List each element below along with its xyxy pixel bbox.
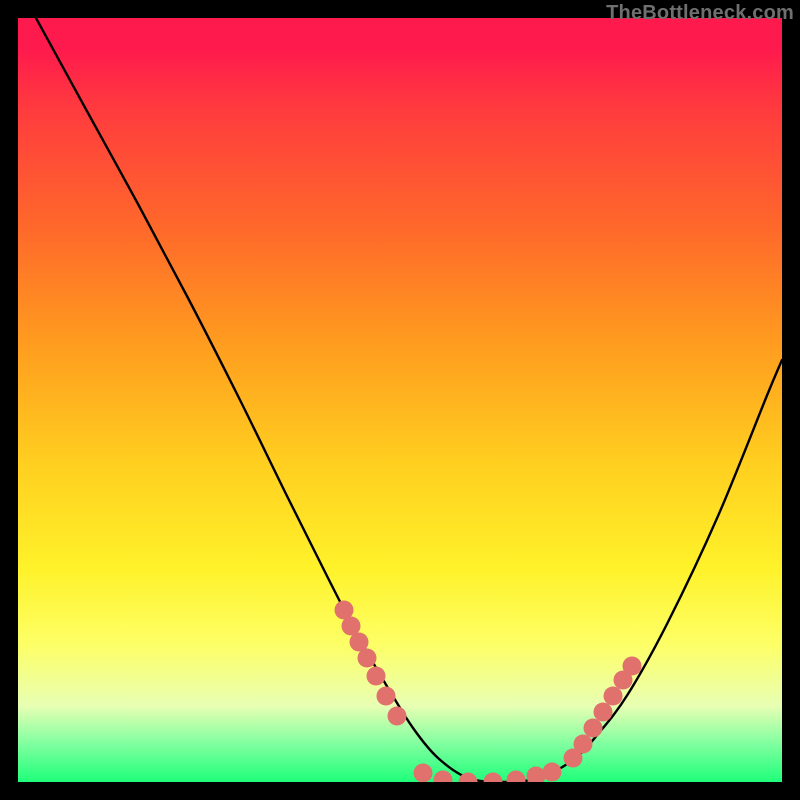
marker-dot (358, 649, 377, 668)
marker-dot (377, 687, 396, 706)
marker-dot (484, 773, 503, 783)
marker-dot (543, 763, 562, 782)
marker-dot (604, 687, 623, 706)
marker-dot (434, 771, 453, 783)
bottleneck-curve (36, 18, 782, 782)
marker-dot (584, 719, 603, 738)
watermark-text: TheBottleneck.com (606, 2, 794, 25)
marker-dot (594, 703, 613, 722)
chart-svg (18, 18, 782, 782)
marker-dot (414, 764, 433, 783)
marker-dot (388, 707, 407, 726)
chart-frame: TheBottleneck.com (0, 0, 800, 800)
marker-dots (335, 601, 642, 783)
marker-dot (527, 767, 546, 783)
marker-dot (367, 667, 386, 686)
marker-dot (623, 657, 642, 676)
marker-dot (507, 771, 526, 783)
marker-dot (574, 735, 593, 754)
plot-area (18, 18, 782, 782)
